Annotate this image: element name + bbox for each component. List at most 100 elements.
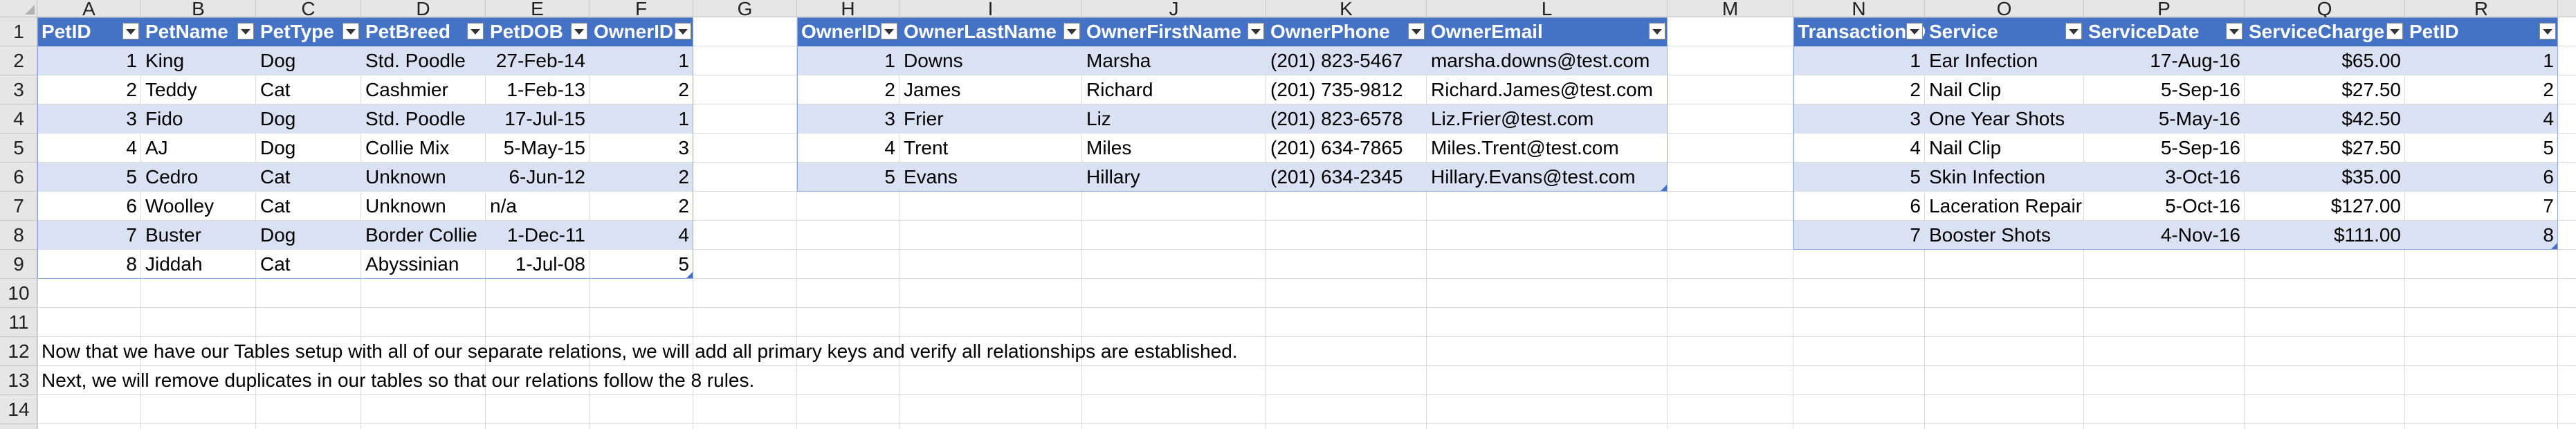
services-cell[interactable]: 4-Nov-16: [2084, 221, 2245, 250]
services-header-servicecharge[interactable]: ServiceCharge: [2245, 17, 2405, 46]
owners-cell[interactable]: Liz: [1082, 104, 1266, 134]
row-header-2[interactable]: 2: [0, 46, 37, 75]
services-cell[interactable]: 5-Sep-16: [2084, 134, 2245, 163]
pets-cell[interactable]: Cedro: [141, 163, 256, 192]
pets-cell[interactable]: 2: [590, 163, 693, 192]
services-cell[interactable]: Ear Infection: [1925, 46, 2084, 75]
filter-dropdown-icon[interactable]: [237, 23, 254, 39]
pets-cell[interactable]: n/a: [486, 192, 590, 221]
row-header-8[interactable]: 8: [0, 221, 37, 250]
table-resize-handle[interactable]: [2551, 243, 2557, 249]
services-cell[interactable]: Booster Shots: [1925, 221, 2084, 250]
pets-cell[interactable]: 5: [37, 163, 141, 192]
pets-cell[interactable]: Dog: [256, 46, 361, 75]
owners-cell[interactable]: (201) 823-5467: [1266, 46, 1427, 75]
row-header-13[interactable]: 13: [0, 366, 37, 395]
pets-header-petdob[interactable]: PetDOB: [486, 17, 590, 46]
filter-dropdown-icon[interactable]: [1649, 23, 1665, 39]
column-header-j[interactable]: J: [1082, 0, 1266, 19]
pets-cell[interactable]: Dog: [256, 134, 361, 163]
filter-dropdown-icon[interactable]: [467, 23, 484, 39]
pets-cell[interactable]: Abyssinian: [361, 250, 486, 279]
note-text-row-13[interactable]: Next, we will remove duplicates in our t…: [42, 366, 754, 395]
pets-cell[interactable]: 2: [590, 192, 693, 221]
pets-cell[interactable]: Woolley: [141, 192, 256, 221]
row-header-9[interactable]: 9: [0, 250, 37, 279]
pets-cell[interactable]: 5-May-15: [486, 134, 590, 163]
services-cell[interactable]: 5: [1793, 163, 1925, 192]
row-header-12[interactable]: 12: [0, 337, 37, 366]
filter-dropdown-icon[interactable]: [2226, 23, 2242, 39]
services-cell[interactable]: One Year Shots: [1925, 104, 2084, 134]
pets-cell[interactable]: 1: [590, 46, 693, 75]
pets-cell[interactable]: 5: [590, 250, 693, 279]
column-header-m[interactable]: M: [1668, 0, 1793, 19]
filter-dropdown-icon[interactable]: [571, 23, 587, 39]
pets-header-pettype[interactable]: PetType: [256, 17, 361, 46]
column-header-e[interactable]: E: [486, 0, 590, 19]
owners-cell[interactable]: 4: [797, 134, 899, 163]
owners-cell[interactable]: (201) 634-7865: [1266, 134, 1427, 163]
services-cell[interactable]: 5-Oct-16: [2084, 192, 2245, 221]
owners-cell[interactable]: (201) 735-9812: [1266, 75, 1427, 104]
filter-dropdown-icon[interactable]: [2539, 23, 2556, 39]
services-cell[interactable]: 6: [1793, 192, 1925, 221]
pets-cell[interactable]: 6: [37, 192, 141, 221]
services-cell[interactable]: 17-Aug-16: [2084, 46, 2245, 75]
pets-cell[interactable]: Unknown: [361, 163, 486, 192]
services-cell[interactable]: 5-Sep-16: [2084, 75, 2245, 104]
services-cell[interactable]: 7: [1793, 221, 1925, 250]
services-cell[interactable]: $35.00: [2245, 163, 2405, 192]
pets-cell[interactable]: AJ: [141, 134, 256, 163]
column-header-g[interactable]: G: [693, 0, 797, 19]
owners-cell[interactable]: Richard.James@test.com: [1427, 75, 1668, 104]
column-header-r[interactable]: R: [2405, 0, 2558, 19]
pets-cell[interactable]: 1: [590, 104, 693, 134]
row-header-5[interactable]: 5: [0, 134, 37, 163]
filter-dropdown-icon[interactable]: [342, 23, 359, 39]
pets-cell[interactable]: Std. Poodle: [361, 46, 486, 75]
owners-cell[interactable]: Liz.Frier@test.com: [1427, 104, 1668, 134]
owners-cell[interactable]: (201) 823-6578: [1266, 104, 1427, 134]
row-header-4[interactable]: 4: [0, 104, 37, 134]
pets-cell[interactable]: Cashmier: [361, 75, 486, 104]
owners-cell[interactable]: 5: [797, 163, 899, 192]
pets-cell[interactable]: 8: [37, 250, 141, 279]
pets-header-ownerid[interactable]: OwnerID: [590, 17, 693, 46]
column-header-a[interactable]: A: [37, 0, 141, 19]
column-header-f[interactable]: F: [590, 0, 693, 19]
services-cell[interactable]: Laceration Repair: [1925, 192, 2084, 221]
services-cell[interactable]: 2: [1793, 75, 1925, 104]
select-all-button[interactable]: [0, 0, 37, 17]
services-cell[interactable]: 3-Oct-16: [2084, 163, 2245, 192]
table-resize-handle[interactable]: [686, 272, 693, 278]
filter-dropdown-icon[interactable]: [1063, 23, 1080, 39]
pets-cell[interactable]: Cat: [256, 192, 361, 221]
pets-cell[interactable]: 7: [37, 221, 141, 250]
owners-cell[interactable]: marsha.downs@test.com: [1427, 46, 1668, 75]
services-header-transactionid[interactable]: TransactionID: [1793, 17, 1925, 46]
filter-dropdown-icon[interactable]: [1248, 23, 1264, 39]
pets-cell[interactable]: 6-Jun-12: [486, 163, 590, 192]
column-header-o[interactable]: O: [1925, 0, 2084, 19]
owners-cell[interactable]: Hillary: [1082, 163, 1266, 192]
services-cell[interactable]: Skin Infection: [1925, 163, 2084, 192]
owners-header-owneremail[interactable]: OwnerEmail: [1427, 17, 1668, 46]
pets-cell[interactable]: Cat: [256, 75, 361, 104]
owners-header-ownerlastname[interactable]: OwnerLastName: [899, 17, 1082, 46]
row-header-1[interactable]: 1: [0, 17, 37, 46]
services-cell[interactable]: 1: [2405, 46, 2558, 75]
pets-cell[interactable]: Cat: [256, 250, 361, 279]
owners-cell[interactable]: Hillary.Evans@test.com: [1427, 163, 1668, 192]
services-cell[interactable]: Nail Clip: [1925, 134, 2084, 163]
table-resize-handle[interactable]: [1661, 185, 1667, 191]
pets-cell[interactable]: Std. Poodle: [361, 104, 486, 134]
pets-cell[interactable]: 2: [590, 75, 693, 104]
row-header-7[interactable]: 7: [0, 192, 37, 221]
owners-cell[interactable]: Trent: [899, 134, 1082, 163]
pets-cell[interactable]: Dog: [256, 221, 361, 250]
pets-cell[interactable]: King: [141, 46, 256, 75]
services-header-service[interactable]: Service: [1925, 17, 2084, 46]
pets-cell[interactable]: 1-Jul-08: [486, 250, 590, 279]
services-cell[interactable]: 5-May-16: [2084, 104, 2245, 134]
